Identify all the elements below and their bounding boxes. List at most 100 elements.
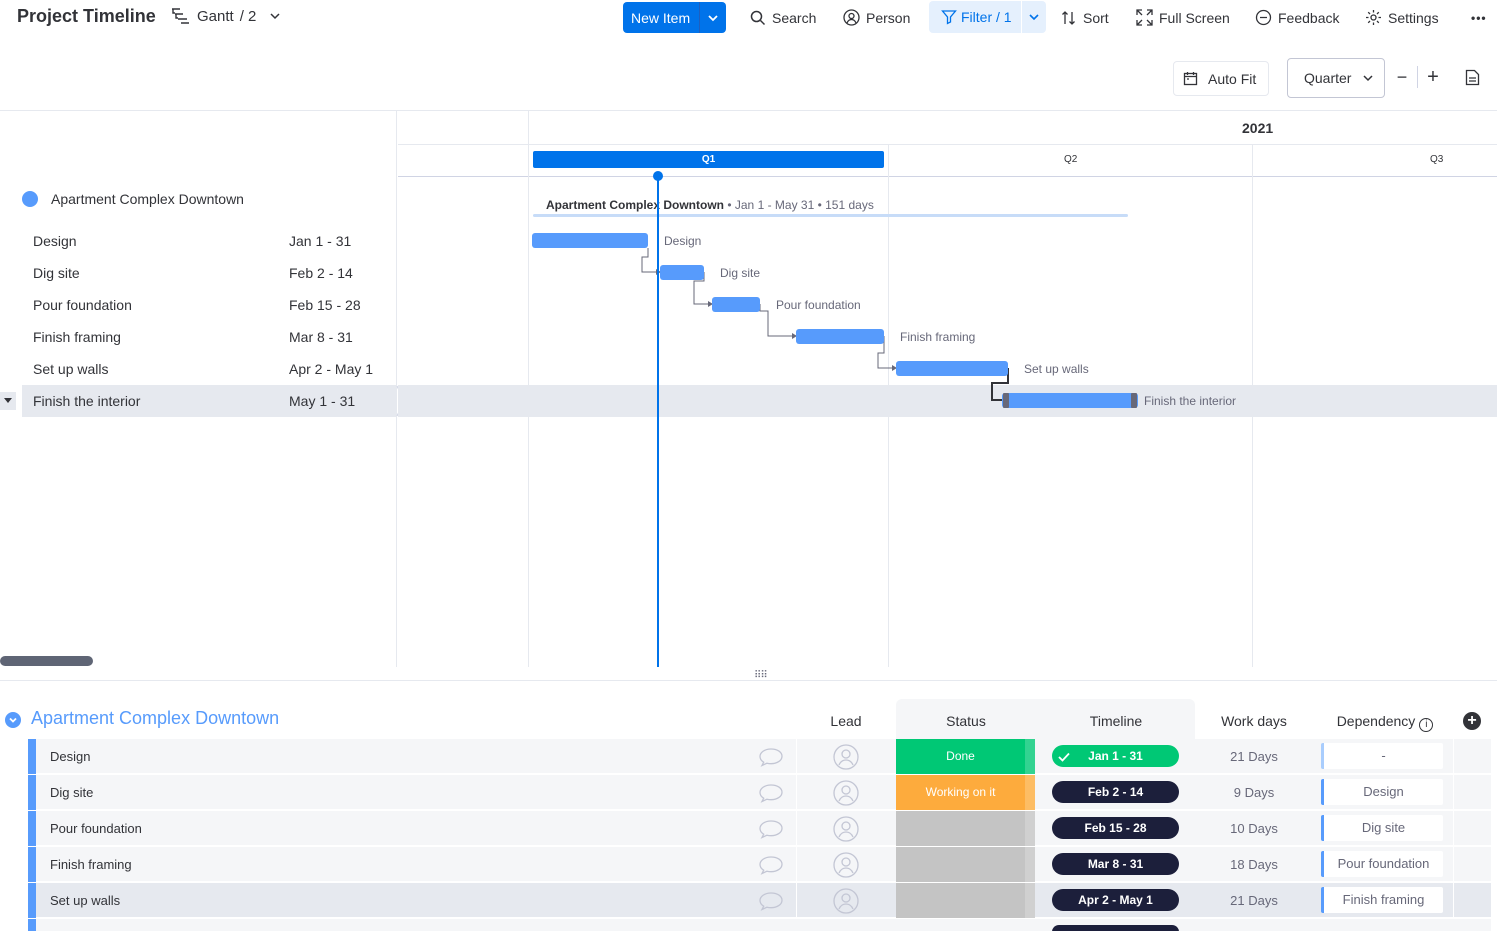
- timeline-pill[interactable]: Jan 1 - 31: [1052, 745, 1179, 767]
- info-icon[interactable]: i: [1419, 718, 1434, 732]
- dependency-cell[interactable]: Finish framing: [1321, 887, 1443, 913]
- gantt-task-row[interactable]: Dig site Feb 2 - 14: [22, 257, 397, 289]
- bar-resize-handle-left[interactable]: [1003, 393, 1009, 408]
- filter-dropdown[interactable]: [1022, 11, 1046, 23]
- item-name[interactable]: Design: [50, 749, 90, 764]
- status-cell[interactable]: Done: [896, 739, 1025, 774]
- gantt-task-list: Apartment Complex Downtown Design Jan 1 …: [0, 111, 405, 667]
- gantt-task-dates: Feb 2 - 14: [289, 265, 353, 281]
- check-icon: [1058, 752, 1070, 762]
- status-cell[interactable]: Working on it: [896, 775, 1025, 810]
- timeline-pill[interactable]: Mar 8 - 31: [1052, 853, 1179, 875]
- work-days-value[interactable]: 21 Days: [1198, 893, 1310, 908]
- timeline-pill[interactable]: Apr 2 - May 1: [1052, 889, 1179, 911]
- work-days-value[interactable]: 10 Days: [1198, 821, 1310, 836]
- new-item-button[interactable]: New Item: [623, 2, 726, 33]
- column-header-timeline[interactable]: Timeline: [1052, 713, 1180, 729]
- gantt-timeline: 2021 Q1 Q2 Q3 Apartment Complex Downtown…: [398, 111, 1497, 667]
- row-menu-caret[interactable]: [0, 392, 16, 410]
- gantt-bar-finish-framing[interactable]: [796, 329, 884, 344]
- gantt-group-header[interactable]: Apartment Complex Downtown: [22, 191, 244, 207]
- gantt-bar-set-up-walls[interactable]: [896, 361, 1008, 376]
- timeline-pill[interactable]: Feb 15 - 28: [1052, 817, 1179, 839]
- gantt-bar-label: Finish the interior: [1144, 394, 1237, 408]
- dependency-cell[interactable]: Dig site: [1321, 815, 1443, 841]
- gantt-task-row-selected[interactable]: Finish the interior May 1 - 31: [22, 385, 397, 417]
- gantt-bar-dig-site[interactable]: [660, 265, 704, 280]
- work-days-value[interactable]: 9 Days: [1198, 785, 1310, 800]
- sort-button[interactable]: Sort: [1061, 2, 1109, 33]
- timeline-pill[interactable]: Feb 2 - 14: [1052, 781, 1179, 803]
- chat-bubble-icon[interactable]: [758, 747, 784, 767]
- feedback-button[interactable]: Feedback: [1255, 2, 1339, 33]
- cell-divider: [1453, 883, 1454, 918]
- view-name: Gantt: [197, 7, 234, 25]
- dependency-cell[interactable]: Pour foundation: [1321, 851, 1443, 877]
- timeline-value: Jan 1 - 31: [1088, 749, 1143, 763]
- more-options-button[interactable]: •••: [1471, 2, 1487, 33]
- gantt-task-row[interactable]: Set up walls Apr 2 - May 1: [22, 353, 397, 385]
- gantt-bar-finish-the-interior[interactable]: [1002, 393, 1138, 408]
- table-row[interactable]: Pour foundation Feb 15 - 28 10 Days Dig …: [28, 811, 1491, 846]
- dependency-cell[interactable]: -: [1321, 743, 1443, 769]
- add-column-button[interactable]: +: [1463, 712, 1481, 730]
- item-name[interactable]: Finish framing: [50, 857, 132, 872]
- bar-resize-handle-right[interactable]: [1131, 393, 1137, 408]
- board-title[interactable]: Project Timeline: [17, 6, 156, 27]
- chat-bubble-icon[interactable]: [758, 783, 784, 803]
- chat-bubble-icon[interactable]: [758, 855, 784, 875]
- item-name[interactable]: Pour foundation: [50, 821, 142, 836]
- gantt-task-row[interactable]: Pour foundation Feb 15 - 28: [22, 289, 397, 321]
- work-days-value[interactable]: 18 Days: [1198, 857, 1310, 872]
- item-name[interactable]: Set up walls: [50, 893, 120, 908]
- column-header-dependency[interactable]: Dependency i: [1322, 713, 1448, 732]
- auto-fit-button[interactable]: Auto Fit: [1173, 61, 1269, 96]
- person-label: Person: [866, 9, 911, 26]
- settings-button[interactable]: Settings: [1365, 2, 1439, 33]
- table-row[interactable]: Design Done Jan 1 - 31 21 Days -: [28, 739, 1491, 774]
- filter-button[interactable]: Filter / 1: [929, 1, 1046, 33]
- person-avatar-icon[interactable]: [833, 852, 859, 878]
- person-icon: [843, 9, 860, 26]
- zoom-in-button[interactable]: +: [1423, 66, 1443, 88]
- person-avatar-icon[interactable]: [833, 780, 859, 806]
- gantt-task-row[interactable]: Finish framing Mar 8 - 31: [22, 321, 397, 353]
- status-cell-edge: [1025, 739, 1035, 774]
- export-icon[interactable]: [1465, 69, 1480, 91]
- column-header-lead[interactable]: Lead: [826, 713, 866, 729]
- gantt-bar-design[interactable]: [532, 233, 648, 248]
- chat-bubble-icon[interactable]: [758, 891, 784, 911]
- dependency-cell[interactable]: Design: [1321, 779, 1443, 805]
- person-avatar-icon[interactable]: [833, 816, 859, 842]
- gantt-group-name: Apartment Complex Downtown: [51, 191, 244, 207]
- table-row[interactable]: Set up walls Apr 2 - May 1 21 Days Finis…: [28, 883, 1491, 918]
- table-row[interactable]: Finish framing Mar 8 - 31 18 Days Pour f…: [28, 847, 1491, 882]
- column-header-work-days[interactable]: Work days: [1198, 713, 1310, 729]
- table-group-title[interactable]: Apartment Complex Downtown: [31, 708, 279, 729]
- zoom-out-button[interactable]: −: [1392, 66, 1412, 88]
- dependency-arrows: [641, 248, 1009, 401]
- chat-bubble-icon[interactable]: [758, 819, 784, 839]
- person-filter-button[interactable]: Person: [843, 2, 910, 33]
- table-row-partial[interactable]: [28, 919, 1491, 931]
- gantt-bar-pour-foundation[interactable]: [712, 297, 760, 312]
- time-scale-select[interactable]: Quarter: [1287, 58, 1385, 98]
- search-button[interactable]: Search: [750, 2, 816, 33]
- status-cell[interactable]: [896, 847, 1025, 882]
- full-screen-button[interactable]: Full Screen: [1136, 2, 1230, 33]
- person-avatar-icon[interactable]: [833, 744, 859, 770]
- new-item-dropdown[interactable]: [700, 12, 726, 24]
- gantt-horizontal-scrollbar[interactable]: [0, 656, 93, 666]
- item-name[interactable]: Dig site: [50, 785, 93, 800]
- group-color-stripe: [28, 811, 36, 846]
- person-avatar-icon[interactable]: [833, 888, 859, 914]
- work-days-value[interactable]: 21 Days: [1198, 749, 1310, 764]
- column-header-status[interactable]: Status: [896, 713, 1036, 729]
- group-collapse-toggle[interactable]: [5, 712, 21, 728]
- gantt-icon: [172, 8, 189, 24]
- gantt-task-row[interactable]: Design Jan 1 - 31: [22, 225, 397, 257]
- status-cell[interactable]: [896, 811, 1025, 846]
- table-row[interactable]: Dig site Working on it Feb 2 - 14 9 Days…: [28, 775, 1491, 810]
- status-cell[interactable]: [896, 883, 1025, 918]
- view-switcher[interactable]: Gantt / 2: [171, 7, 282, 25]
